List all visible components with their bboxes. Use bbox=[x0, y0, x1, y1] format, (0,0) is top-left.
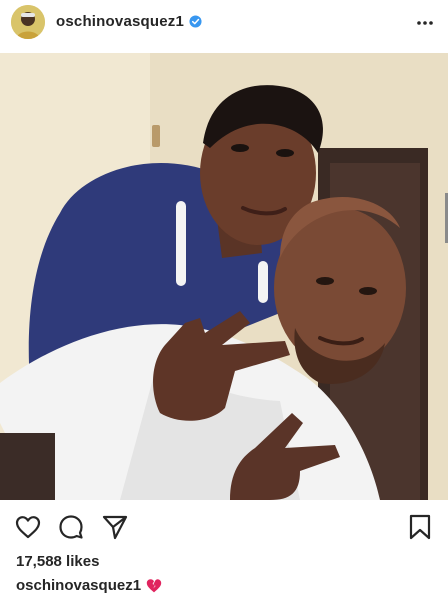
photo-illustration bbox=[0, 53, 448, 500]
action-bar bbox=[0, 510, 448, 546]
verified-badge-icon bbox=[189, 15, 202, 28]
avatar[interactable] bbox=[11, 5, 45, 39]
broken-heart-icon bbox=[146, 578, 162, 592]
avatar-image bbox=[11, 5, 45, 39]
send-icon[interactable] bbox=[101, 513, 129, 541]
bookmark-icon[interactable] bbox=[406, 513, 434, 541]
comment-icon[interactable] bbox=[57, 513, 85, 541]
heart-icon[interactable] bbox=[14, 513, 42, 541]
likes-count[interactable]: 17,588 likes bbox=[16, 553, 99, 570]
username-row: oschinovasquez1 bbox=[56, 13, 202, 30]
post-username[interactable]: oschinovasquez1 bbox=[56, 13, 184, 30]
more-options-icon[interactable] bbox=[416, 20, 434, 26]
post-header: oschinovasquez1 bbox=[0, 0, 448, 46]
post-photo[interactable] bbox=[0, 53, 448, 500]
caption-username[interactable]: oschinovasquez1 bbox=[16, 577, 141, 594]
caption: oschinovasquez1 bbox=[16, 577, 162, 594]
